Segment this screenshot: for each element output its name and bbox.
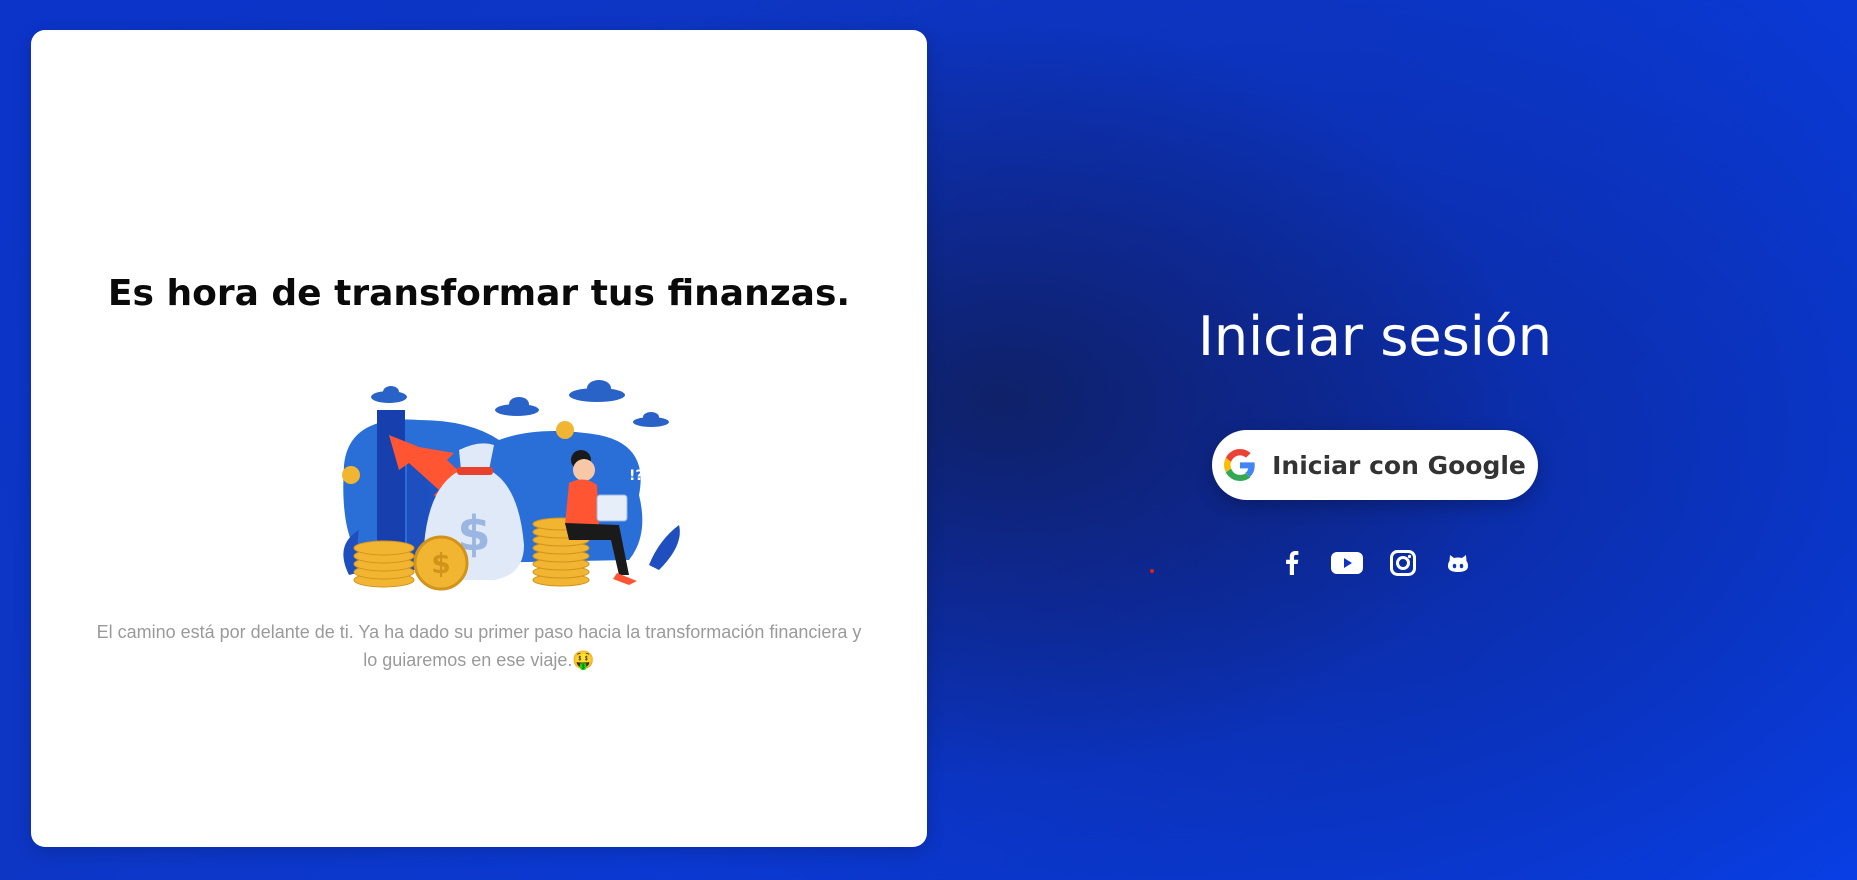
red-dot [1150, 569, 1154, 573]
info-card: Es hora de transformar tus finanzas. $ $… [31, 30, 927, 847]
social-links [1275, 548, 1475, 578]
github-icon [1447, 555, 1468, 572]
google-button-label: Iniciar con Google [1272, 450, 1526, 480]
facebook-icon [1286, 551, 1299, 575]
login-title: Iniciar sesión [1197, 305, 1553, 368]
google-login-button[interactable]: Iniciar con Google [1212, 430, 1538, 500]
instagram-icon [1389, 550, 1416, 576]
instagram-link[interactable] [1386, 548, 1420, 578]
facebook-link[interactable] [1275, 548, 1309, 578]
finance-illustration: $ $ !? [342, 380, 680, 591]
svg-text:!?: !? [629, 468, 644, 484]
card-title: Es hora de transformar tus finanzas. [107, 273, 851, 314]
card-description: El camino está por delante de ti. Ya ha … [96, 622, 862, 670]
youtube-icon [1331, 552, 1364, 574]
google-icon [1224, 449, 1255, 481]
youtube-link[interactable] [1330, 548, 1364, 578]
github-link[interactable] [1441, 548, 1475, 578]
svg-text:$: $ [431, 547, 450, 580]
